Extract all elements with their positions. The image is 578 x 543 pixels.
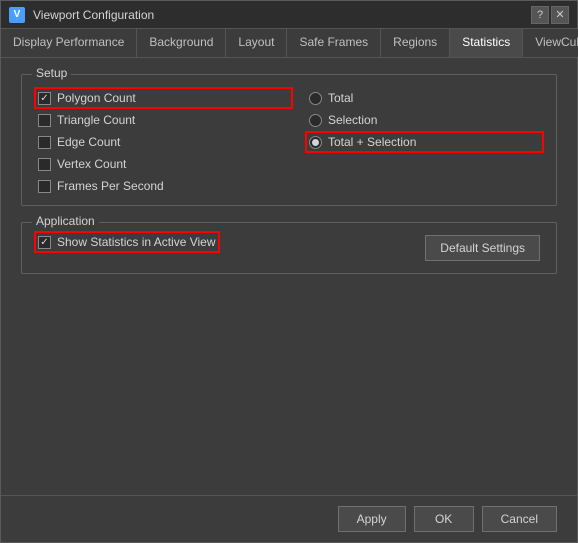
tab-regions[interactable]: Regions: [381, 29, 450, 57]
tab-statistics[interactable]: Statistics: [450, 29, 523, 57]
viewport-configuration-window: V Viewport Configuration ? ✕ Display Per…: [0, 0, 578, 543]
polygon-count-label: Polygon Count: [57, 91, 136, 105]
frames-per-second-label: Frames Per Second: [57, 179, 164, 193]
edge-count-row[interactable]: Edge Count: [38, 135, 289, 149]
ok-button[interactable]: OK: [414, 506, 474, 532]
footer-bar: Apply OK Cancel: [1, 495, 577, 542]
radio-selection-row[interactable]: Selection: [309, 113, 540, 127]
tab-safe-frames[interactable]: Safe Frames: [287, 29, 381, 57]
triangle-count-row[interactable]: Triangle Count: [38, 113, 289, 127]
tab-background[interactable]: Background: [137, 29, 226, 57]
tab-bar: Display Performance Background Layout Sa…: [1, 29, 577, 58]
radio-total[interactable]: [309, 92, 322, 105]
title-bar: V Viewport Configuration ? ✕: [1, 1, 577, 29]
setup-grid: Polygon Count Triangle Count Edge Count: [38, 91, 540, 193]
vertex-count-checkbox[interactable]: [38, 158, 51, 171]
tab-viewcube[interactable]: ViewCube: [523, 29, 578, 57]
help-button[interactable]: ?: [531, 6, 549, 24]
window-icon: V: [9, 7, 25, 23]
application-group: Application Show Statistics in Active Vi…: [21, 222, 557, 274]
tab-display-performance[interactable]: Display Performance: [1, 29, 137, 57]
edge-count-checkbox[interactable]: [38, 136, 51, 149]
window-title: Viewport Configuration: [33, 8, 523, 22]
radio-selection-label: Selection: [328, 113, 377, 127]
triangle-count-checkbox[interactable]: [38, 114, 51, 127]
polygon-count-row[interactable]: Polygon Count: [38, 91, 289, 105]
radios-column: Total Selection Total + Selection: [289, 91, 540, 193]
show-statistics-checkbox[interactable]: [38, 236, 51, 249]
default-settings-button[interactable]: Default Settings: [425, 235, 540, 261]
vertex-count-label: Vertex Count: [57, 157, 126, 171]
polygon-count-checkbox[interactable]: [38, 92, 51, 105]
radio-total-selection[interactable]: [309, 136, 322, 149]
tab-layout[interactable]: Layout: [226, 29, 287, 57]
checkboxes-column: Polygon Count Triangle Count Edge Count: [38, 91, 289, 193]
vertex-count-row[interactable]: Vertex Count: [38, 157, 289, 171]
radio-total-label: Total: [328, 91, 353, 105]
close-button[interactable]: ✕: [551, 6, 569, 24]
show-statistics-label: Show Statistics in Active View: [57, 235, 216, 249]
apply-button[interactable]: Apply: [338, 506, 406, 532]
radio-total-selection-row[interactable]: Total + Selection: [309, 135, 540, 149]
setup-group: Setup Polygon Count Triangle Count: [21, 74, 557, 206]
radio-total-row[interactable]: Total: [309, 91, 540, 105]
application-left: Show Statistics in Active View: [38, 235, 216, 249]
application-group-label: Application: [32, 214, 99, 228]
window-controls: ? ✕: [531, 6, 569, 24]
show-statistics-row[interactable]: Show Statistics in Active View: [38, 235, 216, 249]
application-row: Show Statistics in Active View Default S…: [38, 235, 540, 261]
setup-group-label: Setup: [32, 66, 71, 80]
frames-per-second-checkbox[interactable]: [38, 180, 51, 193]
triangle-count-label: Triangle Count: [57, 113, 135, 127]
radio-total-selection-label: Total + Selection: [328, 135, 416, 149]
edge-count-label: Edge Count: [57, 135, 120, 149]
content-area: Setup Polygon Count Triangle Count: [1, 58, 577, 495]
cancel-button[interactable]: Cancel: [482, 506, 557, 532]
frames-per-second-row[interactable]: Frames Per Second: [38, 179, 289, 193]
radio-selection[interactable]: [309, 114, 322, 127]
